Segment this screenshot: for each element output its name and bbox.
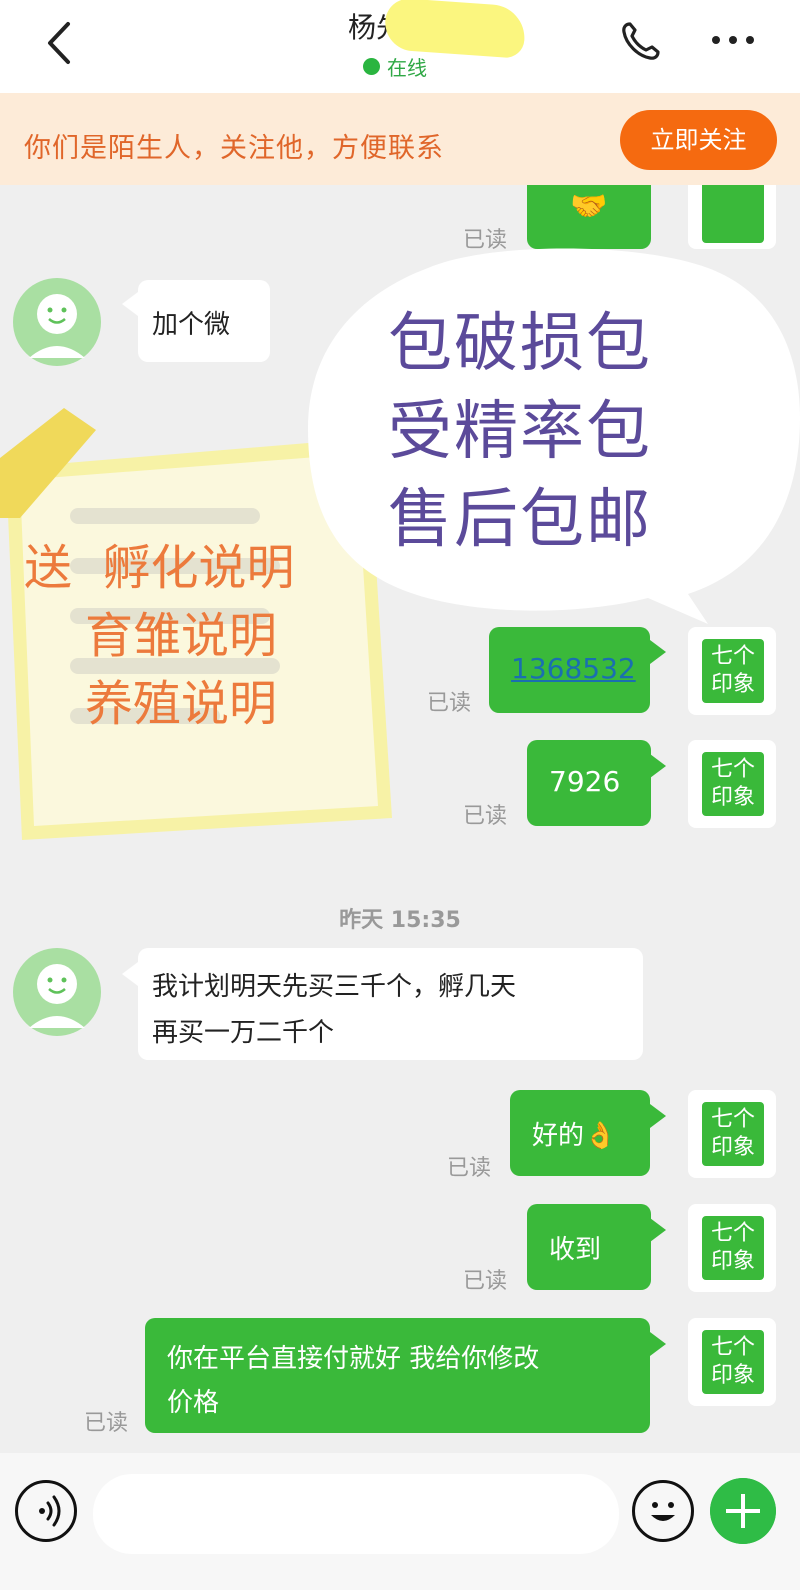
avatar-text: 七个	[710, 1221, 755, 1246]
message-bubble[interactable]: 7926	[527, 740, 651, 826]
avatar[interactable]: 七个 印象	[688, 1090, 776, 1178]
message-text-line: 价格	[167, 1388, 220, 1418]
message-text: 🤝	[570, 189, 608, 224]
avatar-logo: 七个 印象	[702, 1102, 764, 1166]
bubble-tail	[650, 1104, 666, 1128]
avatar-logo: 七个 印象	[702, 639, 764, 703]
message-bubble[interactable]: 1368532	[489, 627, 650, 713]
online-status: 在线	[387, 56, 427, 80]
read-status: 已读	[463, 804, 508, 829]
follow-button[interactable]: 立即关注	[620, 110, 777, 170]
message-bubble[interactable]: 收到	[527, 1204, 651, 1290]
voice-icon[interactable]	[15, 1480, 77, 1542]
phone-icon[interactable]	[618, 18, 664, 64]
avatar-text: 印象	[710, 672, 755, 697]
avatar-text: 印象	[710, 785, 755, 810]
message-bubble[interactable]: 加个微	[138, 280, 270, 362]
avatar-text: 印象	[710, 1363, 755, 1388]
bubble-tail	[650, 754, 666, 778]
message-text: 好的👌	[532, 1121, 617, 1151]
more-dots-icon[interactable]	[710, 32, 756, 48]
avatar-logo: 七个 印象	[702, 752, 764, 816]
message-bubble[interactable]: 🤝	[527, 185, 651, 249]
message-text-line: 我计划明天先买三千个，孵几天	[152, 972, 517, 1002]
avatar-text: 印象	[710, 1249, 755, 1274]
sticker-text: 包破损包 受精率包 售后包邮	[388, 300, 652, 564]
avatar[interactable]: 七个 印象	[688, 740, 776, 828]
avatar-logo: 七个 印象	[702, 1330, 764, 1394]
read-status: 已读	[84, 1411, 129, 1436]
emoji-icon[interactable]	[632, 1480, 694, 1542]
bubble-tail	[650, 1218, 666, 1242]
sticker-text-line: 养殖说明	[24, 676, 278, 732]
message-text: 7926	[549, 765, 621, 798]
online-status-icon	[363, 58, 380, 75]
message-text-line: 再买一万二千个	[152, 1018, 335, 1048]
bubble-tail	[122, 292, 138, 316]
avatar[interactable]: 七个 印象	[688, 1204, 776, 1292]
avatar[interactable]	[13, 948, 101, 1036]
sticker-text-line: 送 孵化说明	[24, 540, 295, 596]
sticker-text: 送 孵化说明 育雏说明 养殖说明	[24, 534, 295, 738]
avatar-text: 七个	[710, 1335, 755, 1360]
avatar[interactable]: 七个 印象	[688, 1318, 776, 1406]
read-status: 已读	[427, 691, 472, 716]
plus-icon[interactable]	[710, 1478, 776, 1544]
avatar[interactable]: 七个 印象	[688, 627, 776, 715]
message-text-line: 你在平台直接付就好 我给你修改	[167, 1344, 540, 1374]
banner-text: 你们是陌生人，关注他，方便联系	[24, 133, 444, 164]
avatar-text: 七个	[710, 757, 755, 782]
avatar[interactable]	[688, 185, 776, 249]
message-bubble[interactable]: 好的👌	[510, 1090, 650, 1176]
sticker-text-line: 受精率包	[388, 395, 652, 469]
redaction-scribble	[383, 0, 527, 59]
message-text: 收到	[549, 1235, 602, 1265]
avatar-text: 七个	[710, 1107, 755, 1132]
read-status: 已读	[447, 1156, 492, 1181]
timestamp: 昨天 15:35	[339, 908, 461, 933]
bubble-tail	[650, 1332, 666, 1356]
avatar[interactable]	[13, 278, 101, 366]
avatar-text: 印象	[710, 1135, 755, 1160]
avatar-text: 七个	[710, 644, 755, 669]
message-bubble[interactable]: 你在平台直接付就好 我给你修改 价格	[145, 1318, 650, 1433]
bubble-tail	[650, 640, 666, 664]
message-text[interactable]: 1368532	[511, 652, 636, 685]
sticker-text-line: 包破损包	[388, 307, 652, 381]
sticker-text-line: 育雏说明	[24, 608, 278, 664]
sticker-text-line: 售后包邮	[388, 483, 652, 557]
message-input[interactable]	[93, 1474, 619, 1554]
chevron-left-icon[interactable]	[40, 18, 80, 68]
message-bubble[interactable]: 我计划明天先买三千个，孵几天 再买一万二千个	[138, 948, 643, 1060]
read-status: 已读	[463, 1269, 508, 1294]
bubble-tail	[122, 962, 138, 986]
message-text: 加个微	[152, 310, 231, 340]
avatar-logo: 七个 印象	[702, 1216, 764, 1280]
